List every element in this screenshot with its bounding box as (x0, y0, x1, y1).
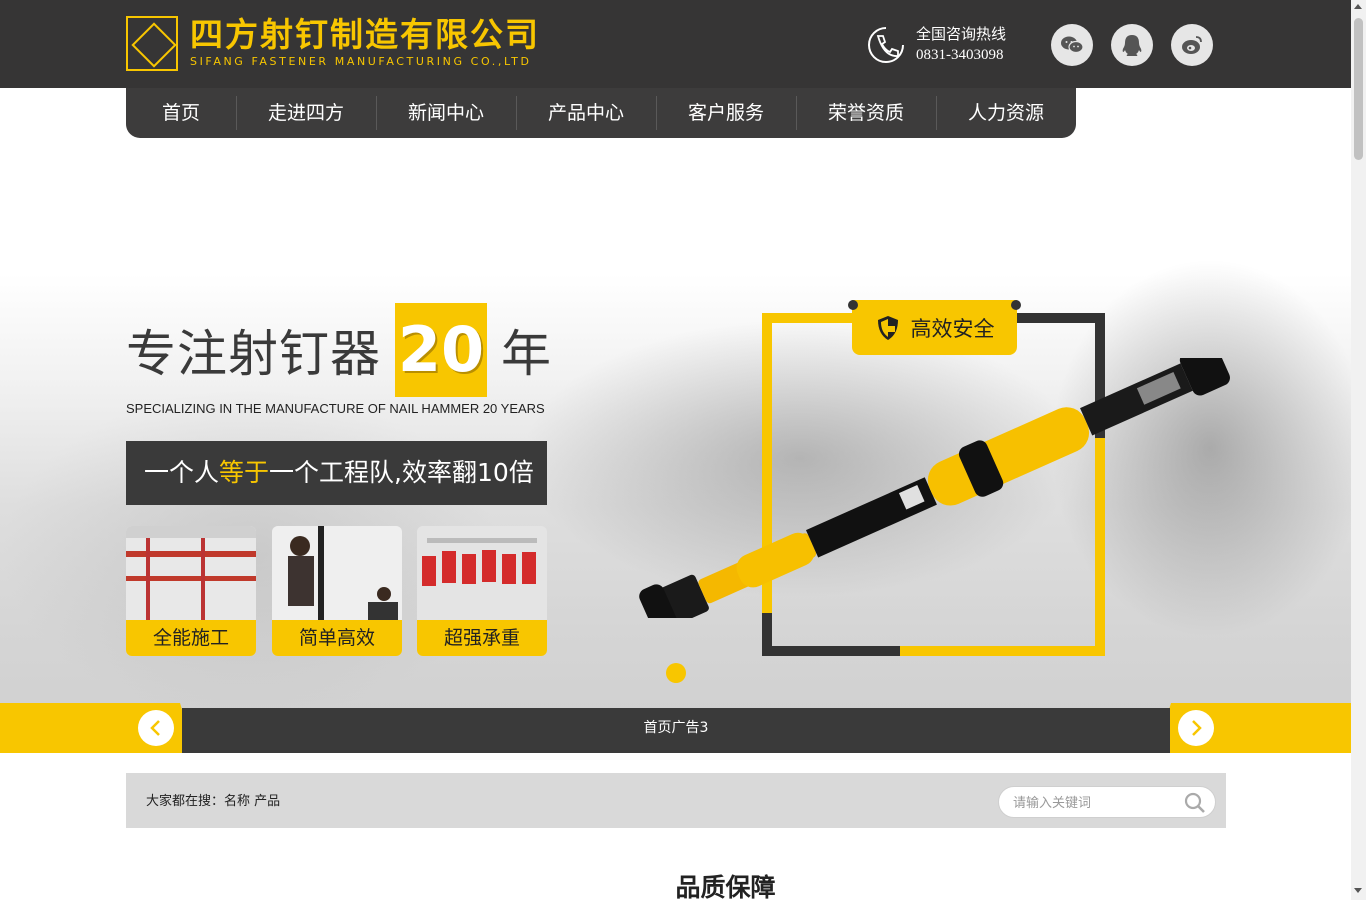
nail-gun-product-image (639, 358, 1230, 618)
feature-caption: 全能施工 (126, 620, 256, 656)
hotline-number[interactable]: 0831-3403098 (916, 44, 1006, 66)
feature-card: 超强承重 (417, 526, 547, 656)
feature-card: 全能施工 (126, 526, 256, 656)
hero-banner[interactable]: 专注射钉器 20 年 SPECIALIZING IN THE MANUFACTU… (0, 138, 1351, 753)
scroll-down-arrow[interactable] (1354, 888, 1362, 893)
banner-subline: SPECIALIZING IN THE MANUFACTURE OF NAIL … (126, 401, 545, 416)
scroll-up-arrow[interactable] (1354, 4, 1362, 9)
search-box (998, 786, 1216, 818)
company-name-cn: 四方射钉制造有限公司 (190, 15, 540, 54)
search-input[interactable] (1013, 793, 1173, 813)
nav-item-news[interactable]: 新闻中心 (376, 88, 516, 138)
feature-caption: 简单高效 (272, 620, 402, 656)
wechat-icon (1061, 36, 1084, 54)
hotline: 全国咨询热线 0831-3403098 (866, 24, 1006, 66)
headline-prefix: 专注射钉器 (126, 325, 381, 383)
logo[interactable]: 四方射钉制造有限公司 SIFANG FASTENER MANUFACTURING… (126, 16, 540, 71)
nav-item-home[interactable]: 首页 (126, 88, 236, 138)
safety-label: 高效安全 (910, 316, 995, 341)
worker-photo (272, 526, 402, 620)
search-bar: 大家都在搜：名称 产品 (126, 773, 1226, 828)
qq-button[interactable] (1111, 24, 1153, 66)
banner-caption: 首页广告3 (182, 708, 1170, 753)
header-bar: 四方射钉制造有限公司 SIFANG FASTENER MANUFACTURING… (0, 0, 1351, 88)
hotline-label: 全国咨询热线 (916, 25, 1007, 43)
team-photo (417, 526, 547, 620)
logo-mark-icon (126, 16, 178, 71)
nav-item-service[interactable]: 客户服务 (656, 88, 796, 138)
wechat-button[interactable] (1051, 24, 1093, 66)
search-icon[interactable] (1183, 791, 1207, 815)
qq-icon (1122, 35, 1142, 56)
prev-slide-button[interactable] (138, 710, 174, 746)
weibo-button[interactable] (1171, 24, 1213, 66)
headline-number: 20 (395, 303, 487, 397)
nav-item-about[interactable]: 走进四方 (236, 88, 376, 138)
feature-caption: 超强承重 (417, 620, 547, 656)
hot-search-label: 大家都在搜：名称 产品 (146, 794, 281, 809)
headline-suffix: 年 (501, 325, 551, 383)
nav-item-hr[interactable]: 人力资源 (936, 88, 1076, 138)
phone-icon (868, 27, 904, 63)
banner-headline: 专注射钉器 20 年 (126, 303, 551, 397)
chevron-right-icon (1192, 720, 1202, 736)
chevron-left-icon (150, 720, 160, 736)
nav-item-honors[interactable]: 荣誉资质 (796, 88, 936, 138)
feature-card: 简单高效 (272, 526, 402, 656)
next-slide-button[interactable] (1178, 710, 1214, 746)
banner-caption-bar: 首页广告3 (0, 703, 1351, 753)
scrollbar-thumb[interactable] (1354, 18, 1363, 160)
banner-slogan: 一个人等于一个工程队,效率翻10倍 (126, 441, 547, 505)
nav-item-products[interactable]: 产品中心 (516, 88, 656, 138)
shield-icon (877, 315, 898, 340)
weibo-icon (1182, 36, 1202, 54)
company-name-en: SIFANG FASTENER MANUFACTURING CO.,LTD (190, 55, 532, 68)
slide-indicator-active[interactable] (666, 663, 686, 683)
section-title: 品质保障 (675, 873, 776, 900)
safety-badge: 高效安全 (848, 300, 1021, 355)
construction-photo (126, 526, 256, 620)
main-nav: 首页 走进四方 新闻中心 产品中心 客户服务 荣誉资质 人力资源 (126, 88, 1076, 138)
page: 四方射钉制造有限公司 SIFANG FASTENER MANUFACTURING… (0, 0, 1366, 900)
